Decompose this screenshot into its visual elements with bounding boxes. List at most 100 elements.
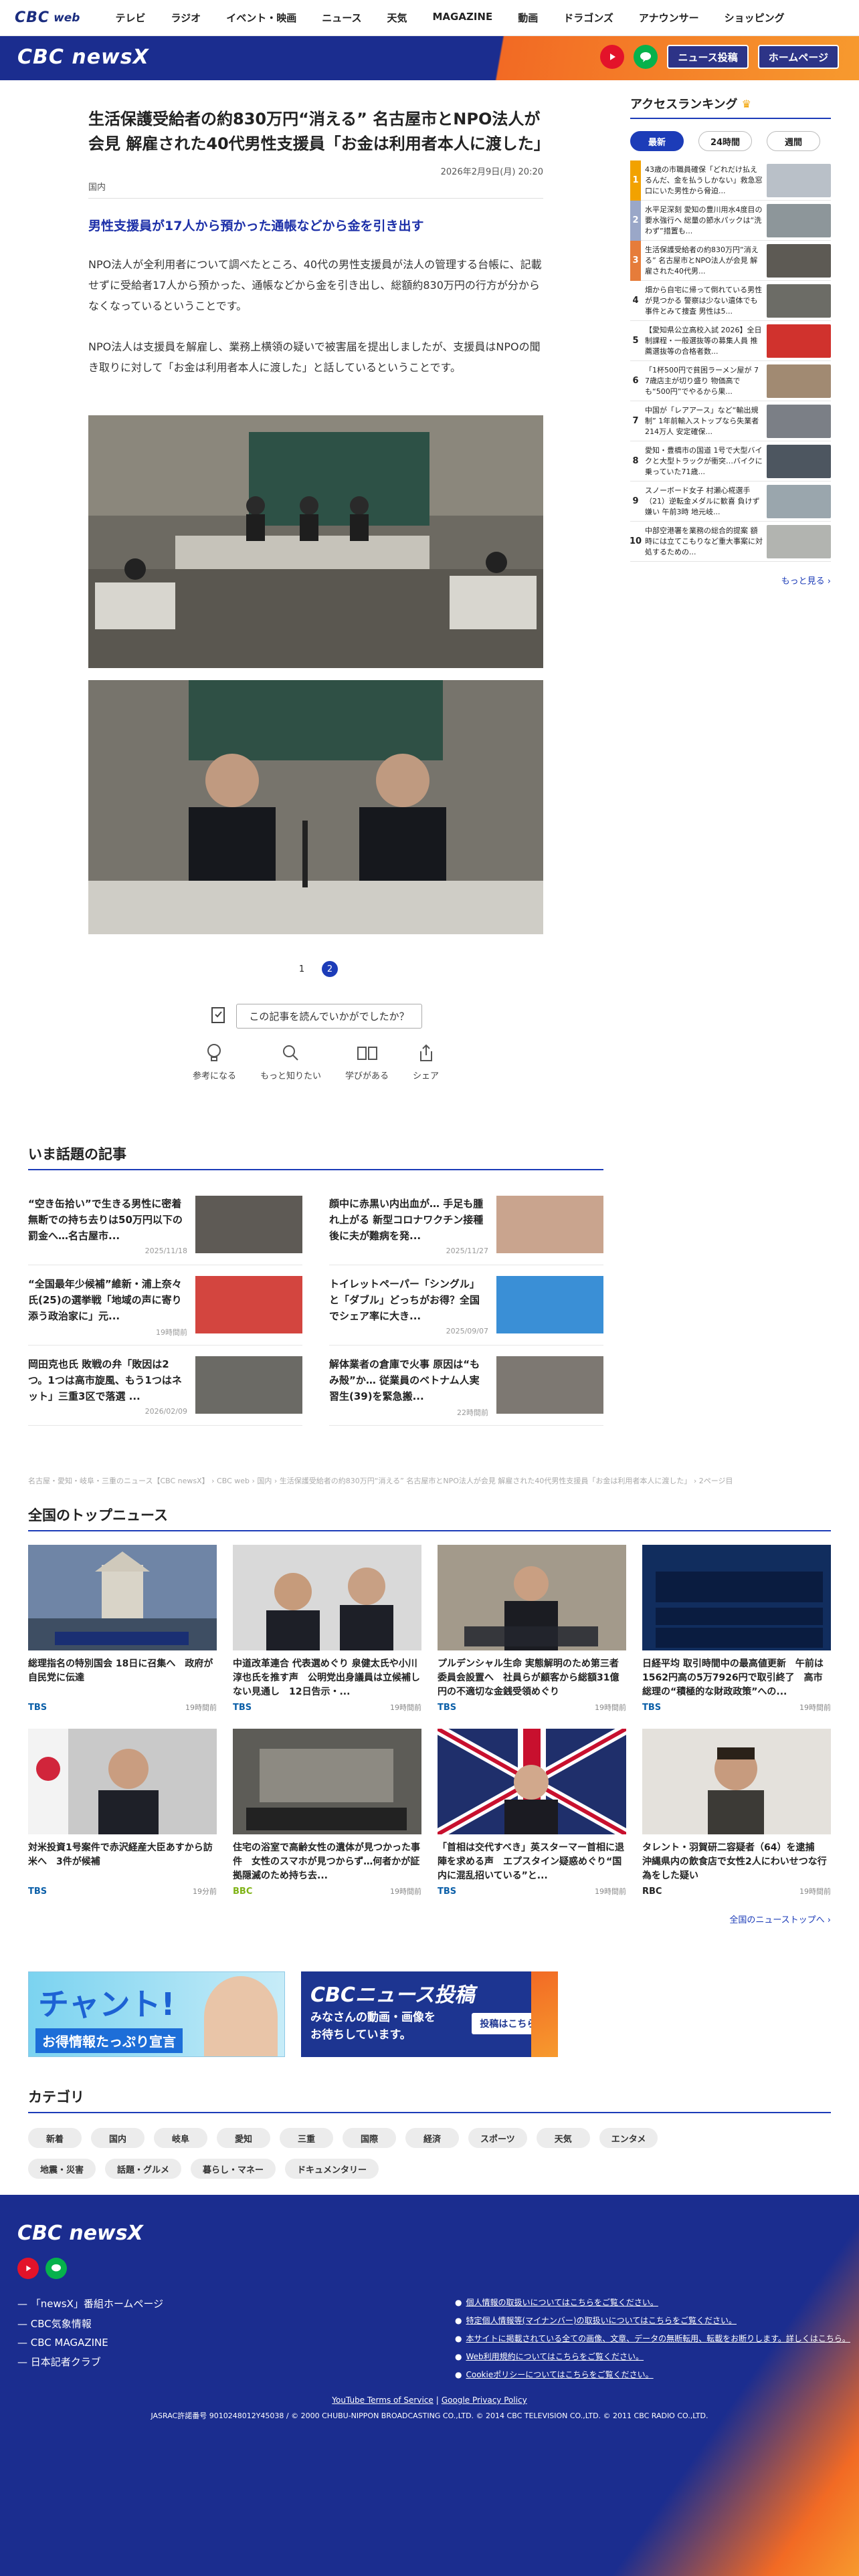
nav-shopping[interactable]: ショッピング: [712, 11, 797, 25]
footer-link-press-club[interactable]: 日本記者クラブ: [17, 2355, 163, 2369]
category-chip[interactable]: ドキュメンタリー: [285, 2159, 379, 2179]
notice-privacy[interactable]: 個人情報の取扱いについてはこちらをご覧ください。: [455, 2296, 850, 2308]
cbc-web-logo[interactable]: CBC web: [15, 9, 80, 26]
rank-thumbnail: [767, 284, 831, 318]
topnews-headline: 住宅の浴室で高齢女性の遺体が見つかった事件 女性のスマホが見つからず…何者かが証…: [233, 1842, 420, 1881]
reaction-share-label: シェア: [413, 1071, 440, 1081]
category-chip[interactable]: 三重: [280, 2128, 333, 2148]
topnews-item[interactable]: 住宅の浴室で高齢女性の遺体が見つかった事件 女性のスマホが見つからず…何者かが証…: [233, 1729, 421, 1897]
category-chip[interactable]: スポーツ: [468, 2128, 527, 2148]
line-icon[interactable]: [45, 2258, 67, 2279]
trending-date: 22時間前: [457, 1408, 488, 1417]
nav-event-movie[interactable]: イベント・映画: [213, 11, 309, 25]
google-privacy-link[interactable]: Google Privacy Policy: [442, 2395, 527, 2405]
trending-item[interactable]: 岡田克也氏 敗戦の弁「敗因は2つ。1つは高市旋風、もう1つはネット」三重3区で落…: [28, 1346, 302, 1426]
topnews-headline: 対米投資1号案件で赤沢経産大臣あすから訪米へ 3件が候補: [28, 1842, 213, 1867]
topnews-item[interactable]: 日経平均 取引時間中の最高値更新 午前は1562円高の5万7926円で取引終了 …: [642, 1545, 831, 1713]
ranking-item[interactable]: 7 中国が「レアアース」など“輸出規制” 1年前輸入ストップなら失業者214万人 …: [630, 401, 831, 441]
notice-mynumber[interactable]: 特定個人情報等(マイナンバー)の取扱いについてはこちらをご覧ください。: [455, 2315, 850, 2326]
nav-tv[interactable]: テレビ: [102, 11, 158, 25]
breadcrumb[interactable]: 名古屋・愛知・岐阜・三重のニュース【CBC newsX】 › CBC web ›…: [28, 1475, 831, 1486]
feedback-prompt: この記事を読んでいかがでしたか？: [88, 1004, 543, 1029]
cbc-mark: CBC: [15, 9, 50, 26]
news-post-text-line2: お待ちしています。: [310, 2028, 411, 2042]
ranking-item[interactable]: 1 43歳の市職員確保「どれだけ払えるんだ、金を払うしかない」救急窓口にいた男性か…: [630, 160, 831, 201]
category-chip[interactable]: 暮らし・マネー: [191, 2159, 276, 2179]
ranking-item[interactable]: 10 中部空港署を業務の総合的提案 額時には立てこもりなど重大事案に対処するための…: [630, 522, 831, 562]
trending-item[interactable]: 顔中に赤黒い内出血が… 手足も腫れ上がる 新型コロナワクチン接種後に夫が難病を発…: [329, 1185, 603, 1265]
footer-logo[interactable]: CBC newsX: [17, 2222, 143, 2245]
page-1-link[interactable]: 1: [294, 961, 310, 977]
topnews-item[interactable]: タレント・羽賀研二容疑者（64）を逮捕 沖縄県内の飲食店で女性2人にわいせつな行…: [642, 1729, 831, 1897]
notice-copyright[interactable]: 本サイトに掲載されている全ての画像、文章、データの無断転用、転載をお断りします。…: [455, 2333, 850, 2344]
youtube-terms-link[interactable]: YouTube Terms of Service: [332, 2395, 434, 2405]
category-chip[interactable]: 地震・災害: [28, 2159, 96, 2179]
banner-accent-stripe: [531, 1971, 558, 2057]
nav-radio[interactable]: ラジオ: [158, 11, 213, 25]
category-chip[interactable]: 新着: [28, 2128, 82, 2148]
nav-video[interactable]: 動画: [505, 11, 551, 25]
trending-thumbnail: [496, 1276, 603, 1333]
ranking-more-link[interactable]: もっと見る ›: [630, 574, 831, 586]
reaction-share[interactable]: シェア: [413, 1043, 439, 1081]
trending-item[interactable]: トイレットペーパー「シングル」と「ダブル」どっちがお得？全国でシェア率に大き..…: [329, 1265, 603, 1346]
homepage-button[interactable]: ホームページ: [757, 45, 839, 69]
footer-link-weather[interactable]: CBC気象情報: [17, 2317, 163, 2331]
ranking-item[interactable]: 6 「1杯500円で貧困ラーメン屋が 7 7歳店主が切り盛り 物価高でも“500円…: [630, 361, 831, 401]
ranking-item[interactable]: 2 水平足深刻 愛知の豊川用水4度目の要水強行へ 総量の節水パックは“洗わず”措置…: [630, 200, 831, 241]
news-post-banner[interactable]: CBCニュース投稿 みなさんの動画・画像を お待ちしています。 投稿はこちら ›: [301, 1971, 558, 2057]
youtube-icon[interactable]: [600, 45, 625, 69]
trending-item[interactable]: 解体業者の倉庫で火事 原因は“もみ殻”か… 従業員のベトナム人実習生(39)を緊…: [329, 1346, 603, 1426]
news-post-button[interactable]: ニュース投稿: [667, 45, 749, 69]
category-chip[interactable]: 国際: [343, 2128, 396, 2148]
reaction-learn[interactable]: 学びがある: [345, 1043, 389, 1081]
rank-headline: 愛知・豊橋市の国道 1号で大型バイクと大型トラックが衝突…バイクに乗っていた71…: [645, 445, 763, 476]
footer-link-magazine[interactable]: CBC MAGAZINE: [17, 2337, 163, 2349]
nav-weather[interactable]: 天気: [374, 11, 419, 25]
category-chip[interactable]: 国内: [91, 2128, 145, 2148]
page-2-current[interactable]: 2: [322, 961, 338, 977]
nav-news[interactable]: ニュース: [309, 11, 374, 25]
trending-item[interactable]: “空き缶拾い”で生きる男性に密着 無断での持ち去りは50万円以下の罰金へ…名古屋…: [28, 1185, 302, 1265]
trending-item[interactable]: “全国最年少候補”維新・浦上奈々氏(25)の選挙戦「地域の声に寄り添う政治家に」…: [28, 1265, 302, 1346]
footer-link-program-home[interactable]: 「newsX」番組ホームページ: [17, 2296, 163, 2311]
topnews-item[interactable]: 総理指名の特別国会 18日に召集へ 政府が自民党に伝達 TBS 19時間前: [28, 1545, 217, 1713]
category-chip[interactable]: 経済: [405, 2128, 459, 2148]
category-chip[interactable]: 愛知: [217, 2128, 270, 2148]
notice-cookie[interactable]: Cookieポリシーについてはこちらをご覧ください。: [455, 2369, 850, 2380]
notice-terms[interactable]: Web利用規約についてはこちらをご覧ください。: [455, 2351, 850, 2362]
topnews-more-link[interactable]: 全国のニューストップへ ›: [28, 1913, 831, 1925]
category-chip[interactable]: 天気: [536, 2128, 590, 2148]
topnews-item[interactable]: 対米投資1号案件で赤沢経産大臣あすから訪米へ 3件が候補 TBS 19分前: [28, 1729, 217, 1897]
ranking-item[interactable]: 4 畑から自宅に帰って倒れている男性が見つかる 警察は少ない遺体でも事件とみて捜査…: [630, 281, 831, 321]
trending-date: 2025/11/27: [446, 1247, 488, 1255]
ranking-item[interactable]: 3 生活保護受給者の約830万円“消える” 名古屋市とNPO法人が会見 解雇された…: [630, 240, 831, 281]
category-chip[interactable]: 話題・グルメ: [105, 2159, 182, 2179]
topnews-item[interactable]: 中道改革連合 代表選めぐり 泉健太氏や小川淳也氏を推す声 公明党出身議員は立候補…: [233, 1545, 421, 1713]
feedback-icon: [209, 1006, 228, 1027]
nav-magazine[interactable]: MAGAZINE: [419, 11, 505, 25]
ranking-item[interactable]: 5 【愛知県公立高校入試 2026】全日制課程・一般選抜等の募集人員 推薦選抜等の…: [630, 321, 831, 361]
reaction-want-more[interactable]: もっと知りたい: [260, 1043, 321, 1081]
tab-latest[interactable]: 最新: [630, 131, 684, 151]
reaction-helpful[interactable]: 参考になる: [193, 1043, 236, 1081]
topnews-divider: [28, 1530, 831, 1531]
tab-weekly[interactable]: 週間: [767, 131, 820, 151]
category-chip[interactable]: 岐阜: [154, 2128, 207, 2148]
ranking-item[interactable]: 9 スノーボード女子 村瀬心椛選手（21）逆転金メダルに歓喜 負けず嫌い 午前3時…: [630, 481, 831, 522]
category-link[interactable]: 国内: [88, 183, 106, 193]
chant-banner[interactable]: チャント! お得情報たっぷり宣言: [28, 1971, 285, 2057]
topnews-item[interactable]: 「首相は交代すべき」英スターマー首相に退陣を求める声 エプスタイン疑惑めぐり“国…: [438, 1729, 626, 1897]
youtube-icon[interactable]: [17, 2258, 39, 2279]
tab-24h[interactable]: 24時間: [698, 131, 752, 151]
line-icon[interactable]: [634, 45, 658, 69]
rank-thumbnail: [767, 524, 831, 558]
ranking-list: 1 43歳の市職員確保「どれだけ払えるんだ、金を払うしかない」救急窓口にいた男性か…: [630, 160, 831, 562]
topnews-item[interactable]: プルデンシャル生命 実態解明のため第三者委員会設置へ 社員らが顧客から総額31億…: [438, 1545, 626, 1713]
nav-dragons[interactable]: ドラゴンズ: [551, 11, 626, 25]
newsx-logo[interactable]: CBC newsX: [17, 45, 149, 69]
ranking-item[interactable]: 8 愛知・豊橋市の国道 1号で大型バイクと大型トラックが衝突…バイクに乗っていた7…: [630, 441, 831, 481]
category-chip[interactable]: エンタメ: [599, 2128, 658, 2148]
rank-number: 8: [632, 456, 639, 466]
nav-announcer[interactable]: アナウンサー: [626, 11, 712, 25]
